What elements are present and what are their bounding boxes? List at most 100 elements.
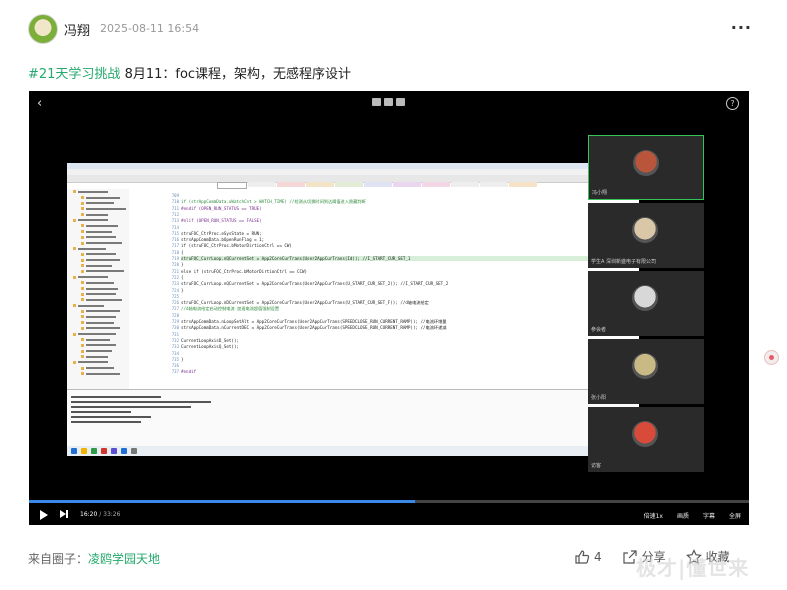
line-number: 720 (171, 262, 179, 268)
line-number: 736 (171, 363, 179, 369)
video-player[interactable]: ‹ ? 709 710 711 712 713 714 715 716 717 718 719 720… (29, 91, 749, 525)
code-line: } (181, 287, 184, 293)
line-number: 722 (171, 274, 179, 280)
line-number: 712 (171, 211, 179, 217)
line-number: 731 (171, 331, 179, 337)
fullscreen-control[interactable]: 全屏 (729, 511, 741, 520)
hashtag-link[interactable]: #21天学习挑战 (28, 67, 120, 82)
close-icon[interactable] (396, 98, 405, 106)
next-icon-bar (66, 510, 68, 518)
participant-avatar (632, 217, 658, 243)
code-line: { (181, 249, 184, 255)
code-line: CurrentLoopAxisQ_Set(); (181, 344, 239, 350)
code-line: } (181, 356, 184, 362)
ide-code-editor: if (strAppCommData.uWatchCnt > WATCH_TIM… (181, 189, 633, 389)
participant-tile[interactable]: 冯小翔 (588, 135, 704, 200)
time-display: 16:20 / 33:26 (80, 511, 120, 518)
line-number: 721 (171, 268, 179, 274)
avatar[interactable] (28, 14, 58, 44)
participant-name: 访客 (591, 463, 602, 469)
code-line: #endif (OPEN_RUN_STATUS == TRUE) (181, 205, 262, 211)
code-line: if (struFOC_CtrProc.bMotorDirtionCtrl ==… (181, 243, 292, 249)
participant-name: 冯小翔 (592, 190, 608, 196)
post-title-text: 8月11：foc课程，架构，无感程序设计 (120, 67, 352, 82)
participant-tile[interactable]: 学生A 深圳新盛电子有限公司 (588, 203, 704, 268)
thumbs-up-icon (575, 549, 590, 564)
progress-bar[interactable] (29, 500, 749, 503)
line-number: 715 (171, 230, 179, 236)
line-number: 716 (171, 237, 179, 243)
source-prefix: 来自圈子： (28, 552, 89, 566)
duration: / 33:26 (99, 511, 121, 518)
line-number: 728 (171, 312, 179, 318)
line-number: 723 (171, 281, 179, 287)
line-number: 732 (171, 337, 179, 343)
line-number: 718 (171, 249, 179, 255)
post-title: #21天学习挑战 8月11：foc课程，架构，无感程序设计 (28, 63, 351, 82)
more-options-button[interactable]: ··· (731, 18, 752, 37)
line-number: 727 (171, 306, 179, 312)
help-icon[interactable]: ? (726, 97, 739, 110)
watermark-logo: 极才|懂世来 (636, 556, 750, 580)
participant-tile[interactable]: 张小阳 (588, 339, 704, 404)
minimize-icon[interactable] (372, 98, 381, 106)
ide-project-tree (67, 189, 130, 389)
participant-tile[interactable]: 访客 (588, 407, 704, 472)
source-circle: 来自圈子：凌鸥学园天地 (28, 550, 160, 567)
current-time: 16:20 (80, 511, 98, 518)
quality-control[interactable]: 画质 (677, 511, 689, 520)
line-number: 726 (171, 300, 179, 306)
line-number: 735 (171, 356, 179, 362)
participant-name: 张小阳 (591, 395, 607, 401)
line-number: 714 (171, 224, 179, 230)
player-right-controls: 倍速1x 画质 字幕 全屏 (644, 511, 741, 520)
post-header: 冯翔 2025-08-11 16:54 ··· (28, 14, 758, 44)
line-number: 709 (171, 193, 179, 198)
line-number: 724 (171, 287, 179, 293)
participant-tile[interactable]: 参会者 (588, 271, 704, 336)
participant-name: 参会者 (591, 327, 607, 333)
participant-avatar (632, 285, 658, 311)
floating-feedback-icon[interactable] (764, 350, 779, 365)
post-timestamp: 2025-08-11 16:54 (100, 22, 200, 35)
shared-screen-ide: 709 710 711 712 713 714 715 716 717 718 719 720 721 7… (67, 163, 639, 456)
line-number: 719 (171, 256, 179, 261)
speed-control[interactable]: 倍速1x (644, 511, 663, 520)
participant-avatar (632, 421, 658, 447)
ide-line-numbers: 709 710 711 712 713 714 715 716 717 718 719 720 721 7… (129, 189, 181, 389)
restore-icon[interactable] (384, 98, 393, 106)
code-line: strsAppCommData.bOpenRunFlag = 1; (181, 237, 265, 243)
ide-tabs (67, 182, 639, 189)
like-count: 4 (594, 549, 602, 564)
code-line: { (181, 274, 184, 280)
window-controls (372, 98, 405, 106)
code-line: struFOC_CurrLoop.nDCurrentSet = App2Core… (181, 300, 429, 306)
code-line: strsAppCommData.nLoopSetAlt = App2CoreCu… (181, 319, 447, 324)
username[interactable]: 冯翔 (64, 20, 90, 39)
code-line: if (strAppCommData.uWatchCnt > WATCH_TIM… (181, 199, 366, 205)
participant-avatar (633, 150, 659, 176)
line-number: 710 (171, 199, 179, 205)
subtitle-control[interactable]: 字幕 (703, 511, 715, 520)
code-line: //d轴电流给定启动控制电流 加速电流超值强制设置 (181, 306, 280, 312)
participant-name: 学生A 深圳新盛电子有限公司 (591, 259, 657, 265)
line-number: 733 (171, 344, 179, 350)
circle-link[interactable]: 凌鸥学园天地 (88, 552, 160, 566)
code-line: #endif (181, 369, 197, 375)
play-icon[interactable] (40, 510, 48, 520)
code-line: struFOC_CurrLoop.nQCurrentSet = App2Core… (181, 256, 631, 261)
video-topbar: ‹ ? (29, 91, 749, 117)
like-button[interactable]: 4 (574, 549, 602, 565)
code-line: strsAppCommData.nCurrentDEC = App2CoreCu… (181, 325, 447, 331)
line-number: 729 (171, 319, 179, 324)
progress-fill (29, 500, 415, 503)
back-icon[interactable]: ‹ (37, 96, 42, 111)
code-line: } (181, 262, 184, 268)
line-number: 730 (171, 325, 179, 331)
ide-output-panel (67, 389, 639, 446)
os-taskbar (67, 446, 639, 456)
line-number: 713 (171, 218, 179, 224)
code-line: else if (struFOC_CtrProc.bMotorDirtionCt… (181, 268, 308, 274)
line-number: 734 (171, 350, 179, 356)
line-number: 711 (171, 205, 179, 211)
